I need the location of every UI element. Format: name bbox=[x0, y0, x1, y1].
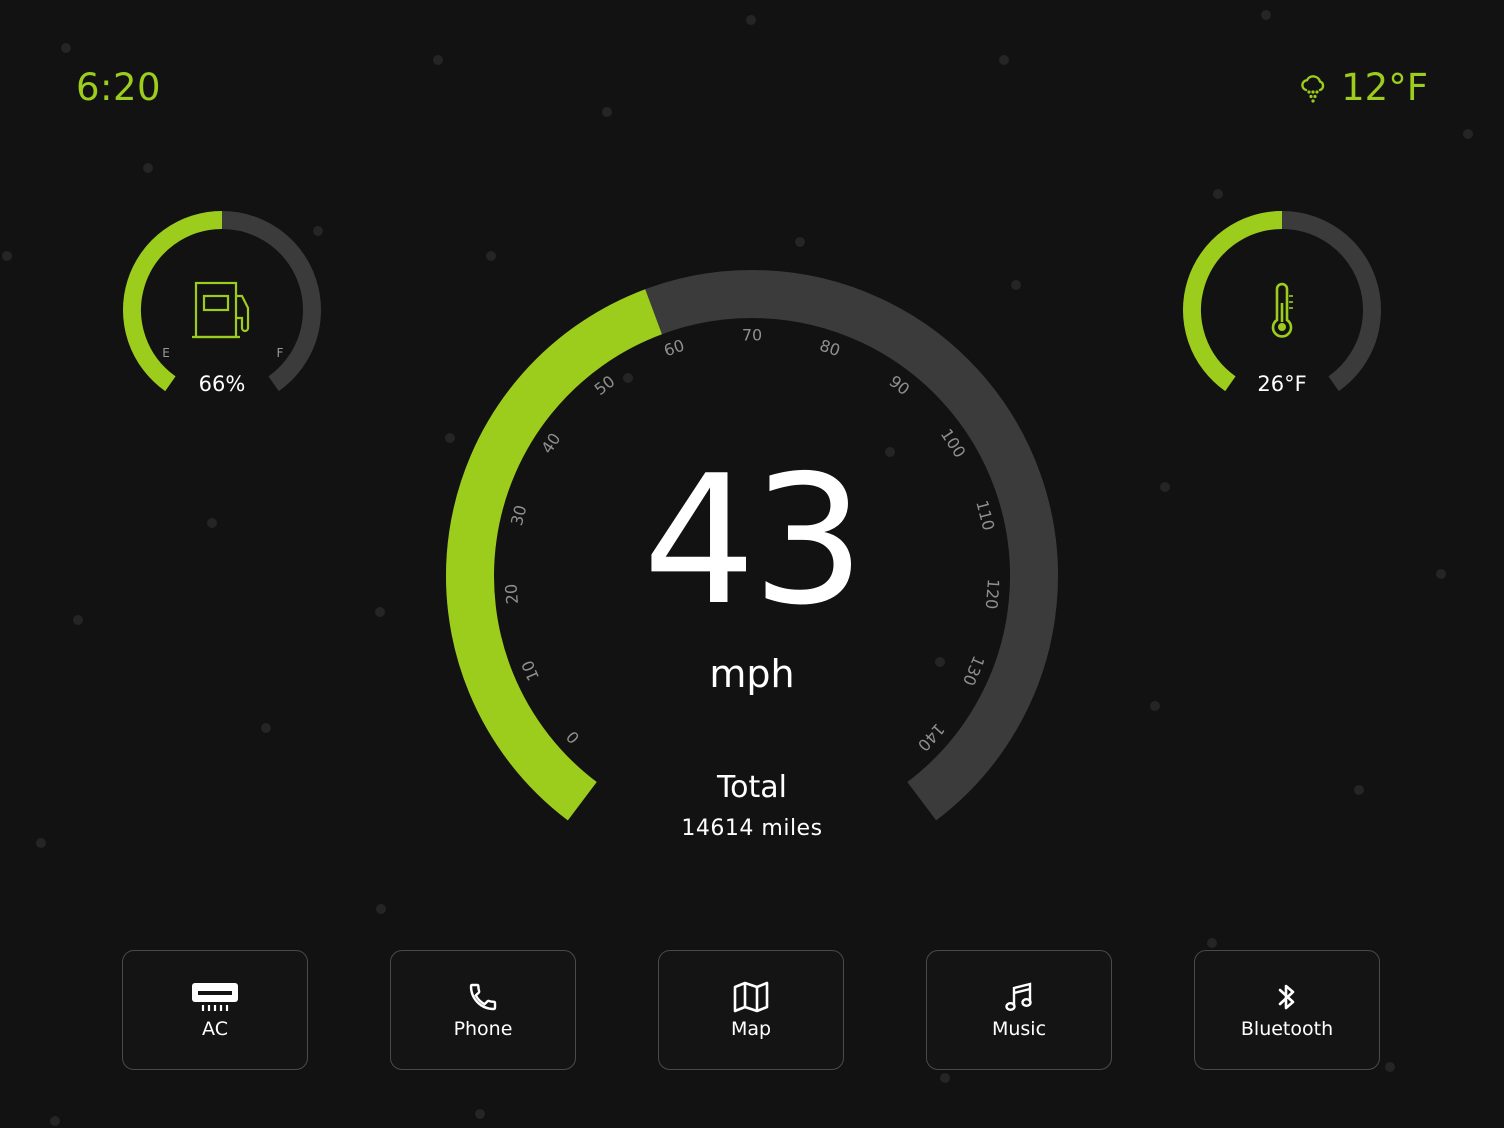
background-dot bbox=[1436, 569, 1446, 579]
background-dot bbox=[475, 1109, 485, 1119]
music-button-label: Music bbox=[991, 1018, 1047, 1040]
background-dot bbox=[2, 251, 12, 261]
ac-unit-icon bbox=[191, 980, 239, 1014]
background-dot bbox=[445, 433, 455, 443]
background-dot bbox=[207, 518, 217, 528]
fuel-percent: 66% bbox=[198, 372, 246, 396]
background-dot bbox=[143, 163, 153, 173]
clock: 6:20 bbox=[76, 66, 162, 109]
weather-widget: 12°F bbox=[1297, 66, 1428, 109]
speed-unit: mph bbox=[709, 652, 795, 696]
phone-button[interactable]: Phone bbox=[390, 950, 576, 1070]
cloud-snow-icon bbox=[1301, 74, 1325, 103]
speed-value: 43 bbox=[642, 437, 866, 644]
background-dot bbox=[795, 237, 805, 247]
odometer-label: Total bbox=[716, 770, 788, 805]
map-button[interactable]: Map bbox=[658, 950, 844, 1070]
background-dot bbox=[999, 55, 1009, 65]
background-dot bbox=[36, 838, 46, 848]
dashboard-screen: 6:20 12°F E F 0 10 20 30 40 50 60 70 80 … bbox=[0, 0, 1504, 1128]
background-dot bbox=[1354, 785, 1364, 795]
background-dot bbox=[1207, 938, 1217, 948]
background-dot bbox=[1385, 1062, 1395, 1072]
background-dot bbox=[73, 615, 83, 625]
music-note-icon bbox=[1003, 980, 1035, 1014]
ac-button-label: AC bbox=[202, 1018, 228, 1040]
bluetooth-icon bbox=[1276, 980, 1298, 1014]
outside-temperature: 12°F bbox=[1341, 66, 1428, 109]
background-dot bbox=[1150, 701, 1160, 711]
engine-temperature: 26°F bbox=[1257, 372, 1307, 396]
bluetooth-button[interactable]: Bluetooth bbox=[1194, 950, 1380, 1070]
background-dot bbox=[313, 226, 323, 236]
background-dot bbox=[1213, 189, 1223, 199]
phone-button-label: Phone bbox=[453, 1018, 513, 1040]
phone-icon bbox=[467, 980, 499, 1014]
background-dot bbox=[375, 607, 385, 617]
background-dot bbox=[1160, 482, 1170, 492]
background-dot bbox=[940, 1073, 950, 1083]
background-dot bbox=[261, 723, 271, 733]
background-dot bbox=[602, 107, 612, 117]
odometer-value: 14614 miles bbox=[681, 816, 823, 841]
background-dot bbox=[1011, 280, 1021, 290]
background-dot bbox=[1261, 10, 1271, 20]
background-dot bbox=[623, 373, 633, 383]
background-dot bbox=[376, 904, 386, 914]
background-dot bbox=[746, 15, 756, 25]
ac-button[interactable]: AC bbox=[122, 950, 308, 1070]
background-dot bbox=[433, 55, 443, 65]
music-button[interactable]: Music bbox=[926, 950, 1112, 1070]
background-dot bbox=[935, 657, 945, 667]
background-dot bbox=[1463, 129, 1473, 139]
map-icon bbox=[733, 980, 769, 1014]
bluetooth-button-label: Bluetooth bbox=[1240, 1018, 1334, 1040]
map-button-label: Map bbox=[730, 1018, 772, 1040]
background-dot bbox=[50, 1116, 60, 1126]
background-dot bbox=[61, 43, 71, 53]
background-dot bbox=[486, 251, 496, 261]
